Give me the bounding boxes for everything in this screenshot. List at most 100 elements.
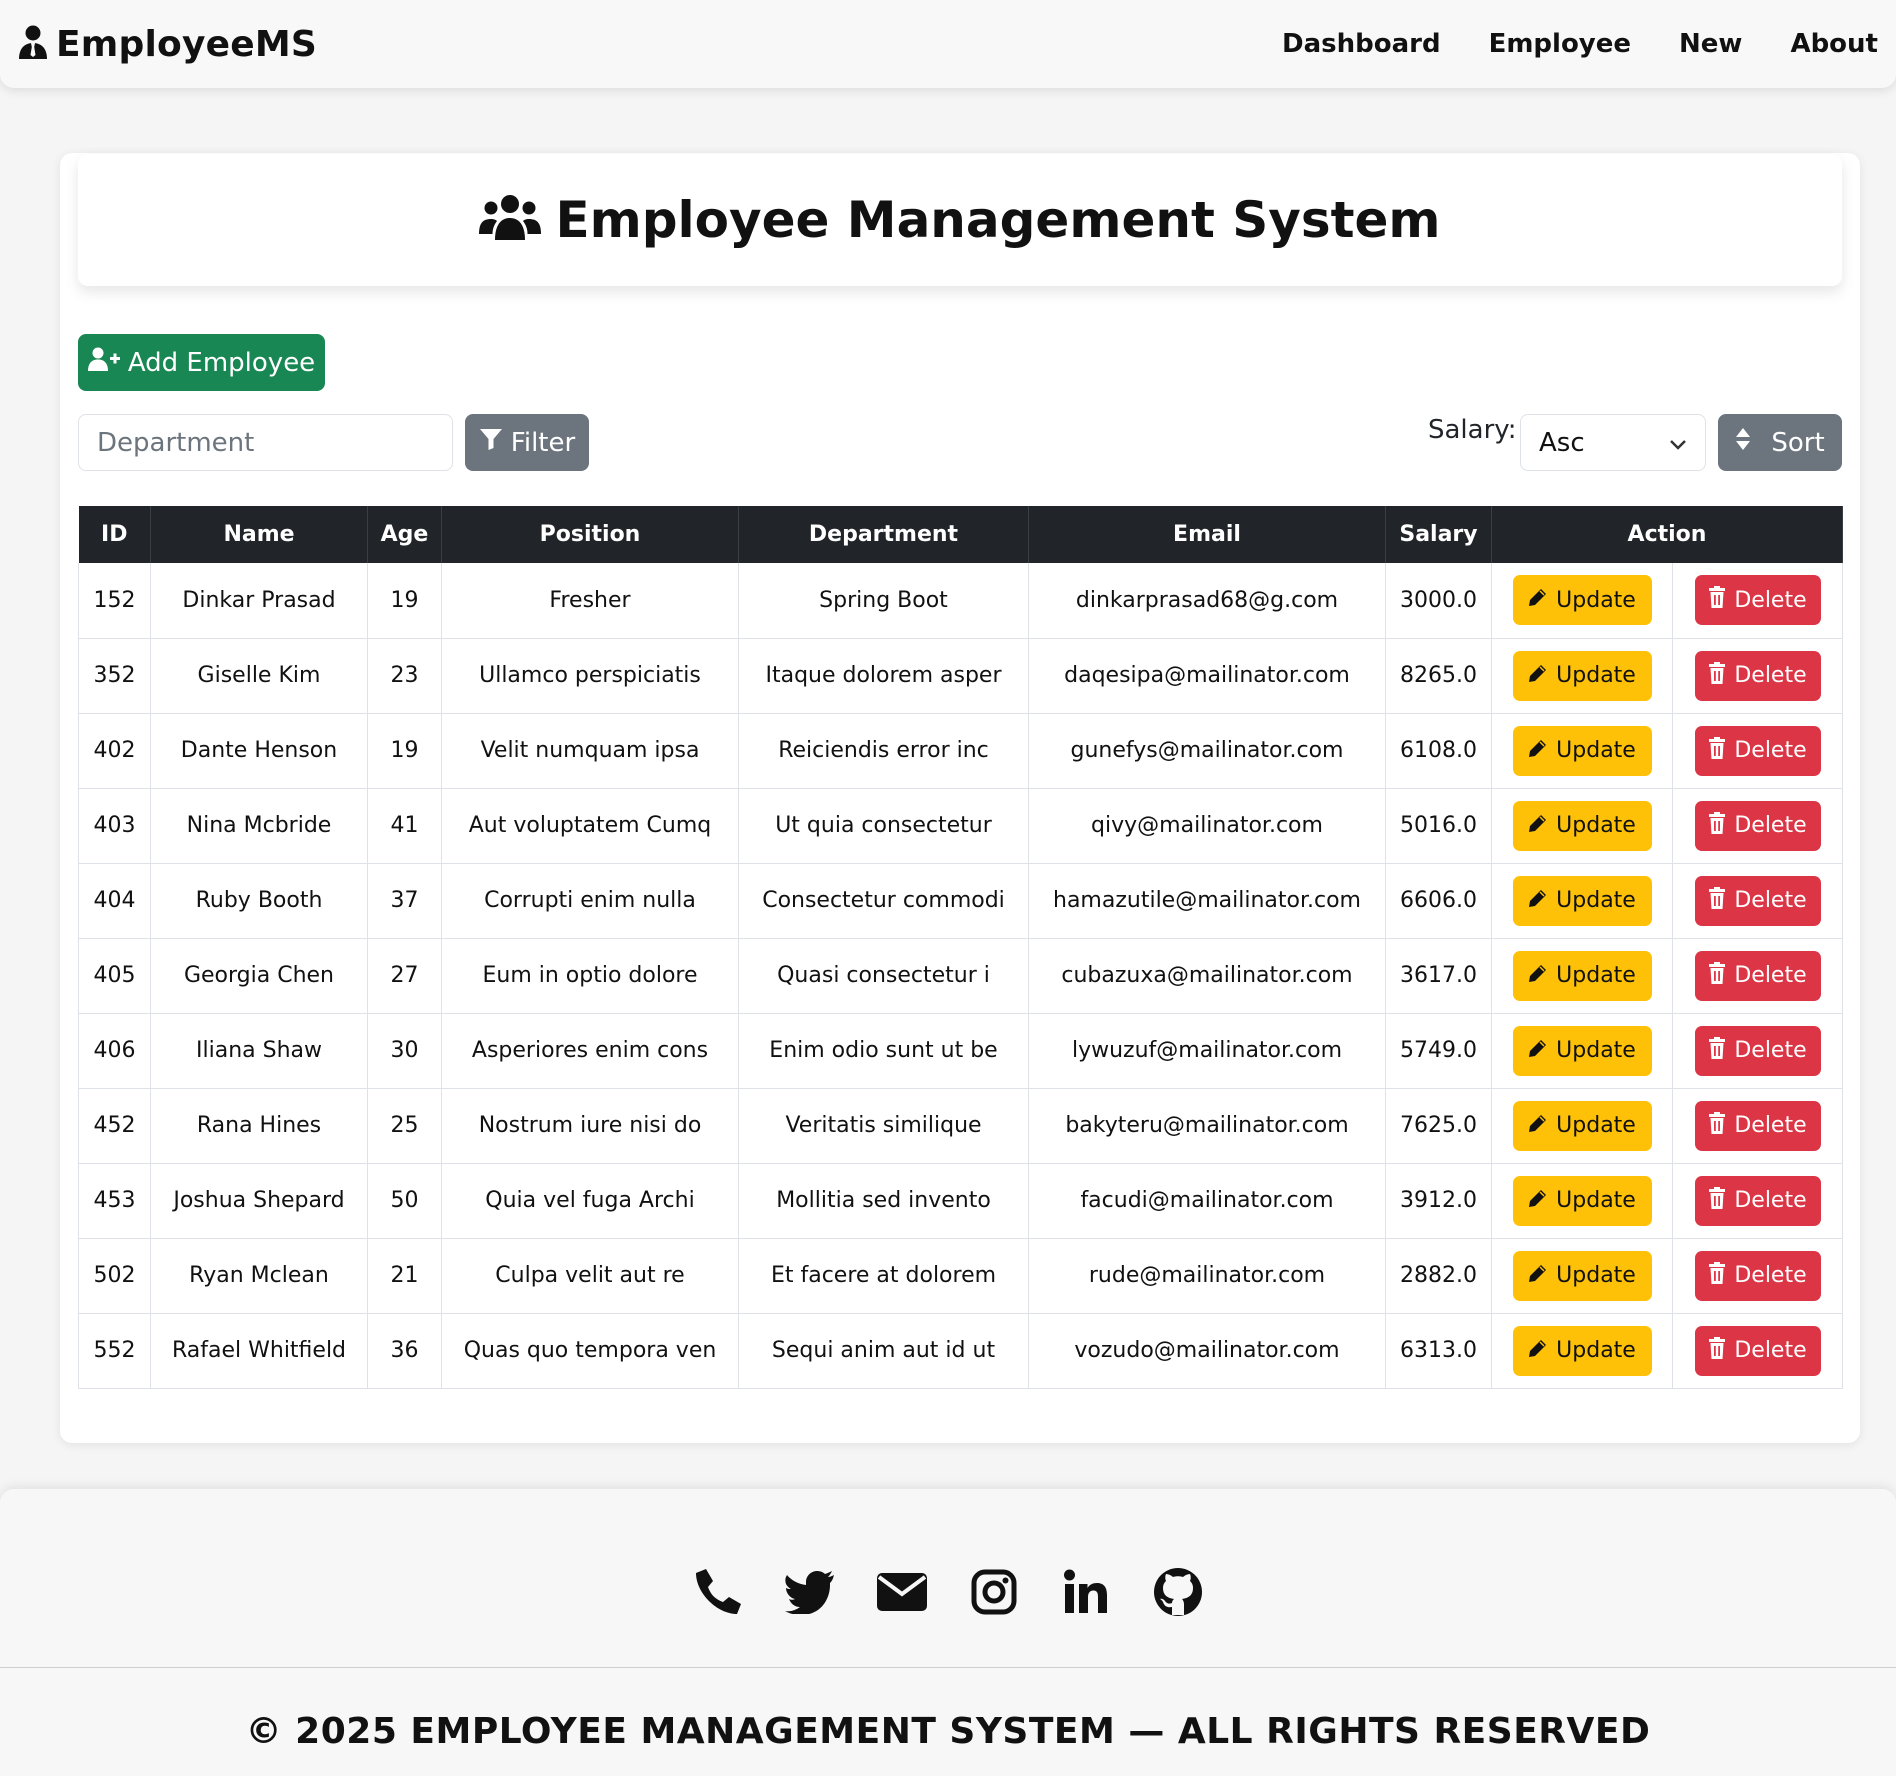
trash-icon [1708, 961, 1726, 990]
cell-id: 406 [78, 1013, 151, 1088]
column-header[interactable]: Age [367, 506, 442, 563]
cell-age: 30 [367, 1013, 442, 1088]
github-icon[interactable] [1150, 1564, 1206, 1620]
update-label: Update [1556, 1188, 1636, 1213]
delete-label: Delete [1734, 1113, 1807, 1138]
salary-sort-select[interactable]: Asc [1520, 414, 1706, 471]
cell-age: 37 [367, 863, 442, 938]
column-header[interactable]: Email [1028, 506, 1386, 563]
column-header: Action [1491, 506, 1843, 563]
cell-name: Rana Hines [150, 1088, 368, 1163]
update-label: Update [1556, 1263, 1636, 1288]
cell-salary: 5016.0 [1385, 788, 1492, 863]
pencil-icon [1528, 963, 1548, 989]
update-button[interactable]: Update [1512, 725, 1652, 776]
delete-button[interactable]: Delete [1694, 800, 1821, 851]
twitter-icon[interactable] [782, 1564, 838, 1620]
cell-id: 152 [78, 563, 151, 638]
cell-name: Ruby Booth [150, 863, 368, 938]
cell-delete: Delete [1672, 1088, 1843, 1163]
cell-name: Georgia Chen [150, 938, 368, 1013]
envelope-icon[interactable] [874, 1564, 930, 1620]
cell-age: 36 [367, 1313, 442, 1388]
cell-age: 50 [367, 1163, 442, 1238]
cell-email: bakyteru@mailinator.com [1028, 1088, 1386, 1163]
cell-email: gunefys@mailinator.com [1028, 713, 1386, 788]
table-row: 404 Ruby Booth 37 Corrupti enim nulla Consec… [78, 863, 1843, 938]
cell-department: Et facere at dolorem [738, 1238, 1029, 1313]
linkedin-icon[interactable] [1058, 1564, 1114, 1620]
salary-sort-value: Asc [1539, 427, 1585, 458]
cell-email: daqesipa@mailinator.com [1028, 638, 1386, 713]
delete-label: Delete [1734, 738, 1807, 763]
delete-button[interactable]: Delete [1694, 1100, 1821, 1151]
cell-delete: Delete [1672, 788, 1843, 863]
cell-email: hamazutile@mailinator.com [1028, 863, 1386, 938]
update-button[interactable]: Update [1512, 575, 1652, 626]
cell-position: Aut voluptatem Cumq [441, 788, 739, 863]
update-button[interactable]: Update [1512, 875, 1652, 926]
nav-new[interactable]: New [1679, 29, 1742, 59]
nav-employee[interactable]: Employee [1489, 29, 1631, 59]
footer: © 2025 EMPLOYEE MANAGEMENT SYSTEM — ALL … [0, 1489, 1896, 1776]
delete-button[interactable]: Delete [1694, 1250, 1821, 1301]
update-button[interactable]: Update [1512, 950, 1652, 1001]
cell-update: Update [1491, 938, 1673, 1013]
delete-button[interactable]: Delete [1694, 875, 1821, 926]
update-label: Update [1556, 1113, 1636, 1138]
delete-button[interactable]: Delete [1694, 650, 1821, 701]
cell-id: 404 [78, 863, 151, 938]
cell-email: dinkarprasad68@g.com [1028, 563, 1386, 638]
pencil-icon [1528, 888, 1548, 914]
cell-age: 19 [367, 713, 442, 788]
cell-email: lywuzuf@mailinator.com [1028, 1013, 1386, 1088]
update-label: Update [1556, 813, 1636, 838]
delete-button[interactable]: Delete [1694, 725, 1821, 776]
delete-button[interactable]: Delete [1694, 1025, 1821, 1076]
update-button[interactable]: Update [1512, 1100, 1652, 1151]
cell-position: Ullamco perspiciatis [441, 638, 739, 713]
cell-salary: 2882.0 [1385, 1238, 1492, 1313]
update-button[interactable]: Update [1512, 1025, 1652, 1076]
salary-label: Salary: [1428, 415, 1517, 445]
delete-button[interactable]: Delete [1694, 1175, 1821, 1226]
delete-button[interactable]: Delete [1694, 1325, 1821, 1376]
filter-button[interactable]: Filter [465, 414, 589, 471]
sort-button[interactable]: Sort [1718, 414, 1842, 471]
column-header[interactable]: ID [78, 506, 151, 563]
add-employee-button[interactable]: Add Employee [78, 334, 325, 391]
department-input[interactable] [78, 414, 453, 471]
cell-email: cubazuxa@mailinator.com [1028, 938, 1386, 1013]
cell-position: Corrupti enim nulla [441, 863, 739, 938]
column-header[interactable]: Name [150, 506, 368, 563]
instagram-icon[interactable] [966, 1564, 1022, 1620]
delete-button[interactable]: Delete [1694, 575, 1821, 626]
filter-icon [479, 427, 503, 458]
copyright-text: © 2025 EMPLOYEE MANAGEMENT SYSTEM — ALL … [245, 1711, 1651, 1752]
update-button[interactable]: Update [1512, 1175, 1652, 1226]
update-button[interactable]: Update [1512, 1325, 1652, 1376]
delete-label: Delete [1734, 587, 1807, 613]
delete-label: Delete [1734, 888, 1807, 913]
nav-dashboard[interactable]: Dashboard [1282, 29, 1441, 59]
cell-update: Update [1491, 788, 1673, 863]
update-button[interactable]: Update [1512, 1250, 1652, 1301]
table-row: 352 Giselle Kim 23 Ullamco perspiciatis Itaq… [78, 638, 1843, 713]
phone-icon[interactable] [690, 1564, 746, 1620]
pencil-icon [1528, 1038, 1548, 1064]
cell-email: vozudo@mailinator.com [1028, 1313, 1386, 1388]
cell-update: Update [1491, 1088, 1673, 1163]
cell-email: facudi@mailinator.com [1028, 1163, 1386, 1238]
pencil-icon [1528, 587, 1548, 613]
cell-id: 352 [78, 638, 151, 713]
update-button[interactable]: Update [1512, 800, 1652, 851]
delete-button[interactable]: Delete [1694, 950, 1821, 1001]
column-header[interactable]: Department [738, 506, 1029, 563]
column-header[interactable]: Salary [1385, 506, 1492, 563]
cell-delete: Delete [1672, 1238, 1843, 1313]
brand[interactable]: EmployeeMS [18, 24, 317, 65]
nav-about[interactable]: About [1790, 29, 1878, 59]
update-button[interactable]: Update [1512, 650, 1652, 701]
cell-id: 405 [78, 938, 151, 1013]
column-header[interactable]: Position [441, 506, 739, 563]
